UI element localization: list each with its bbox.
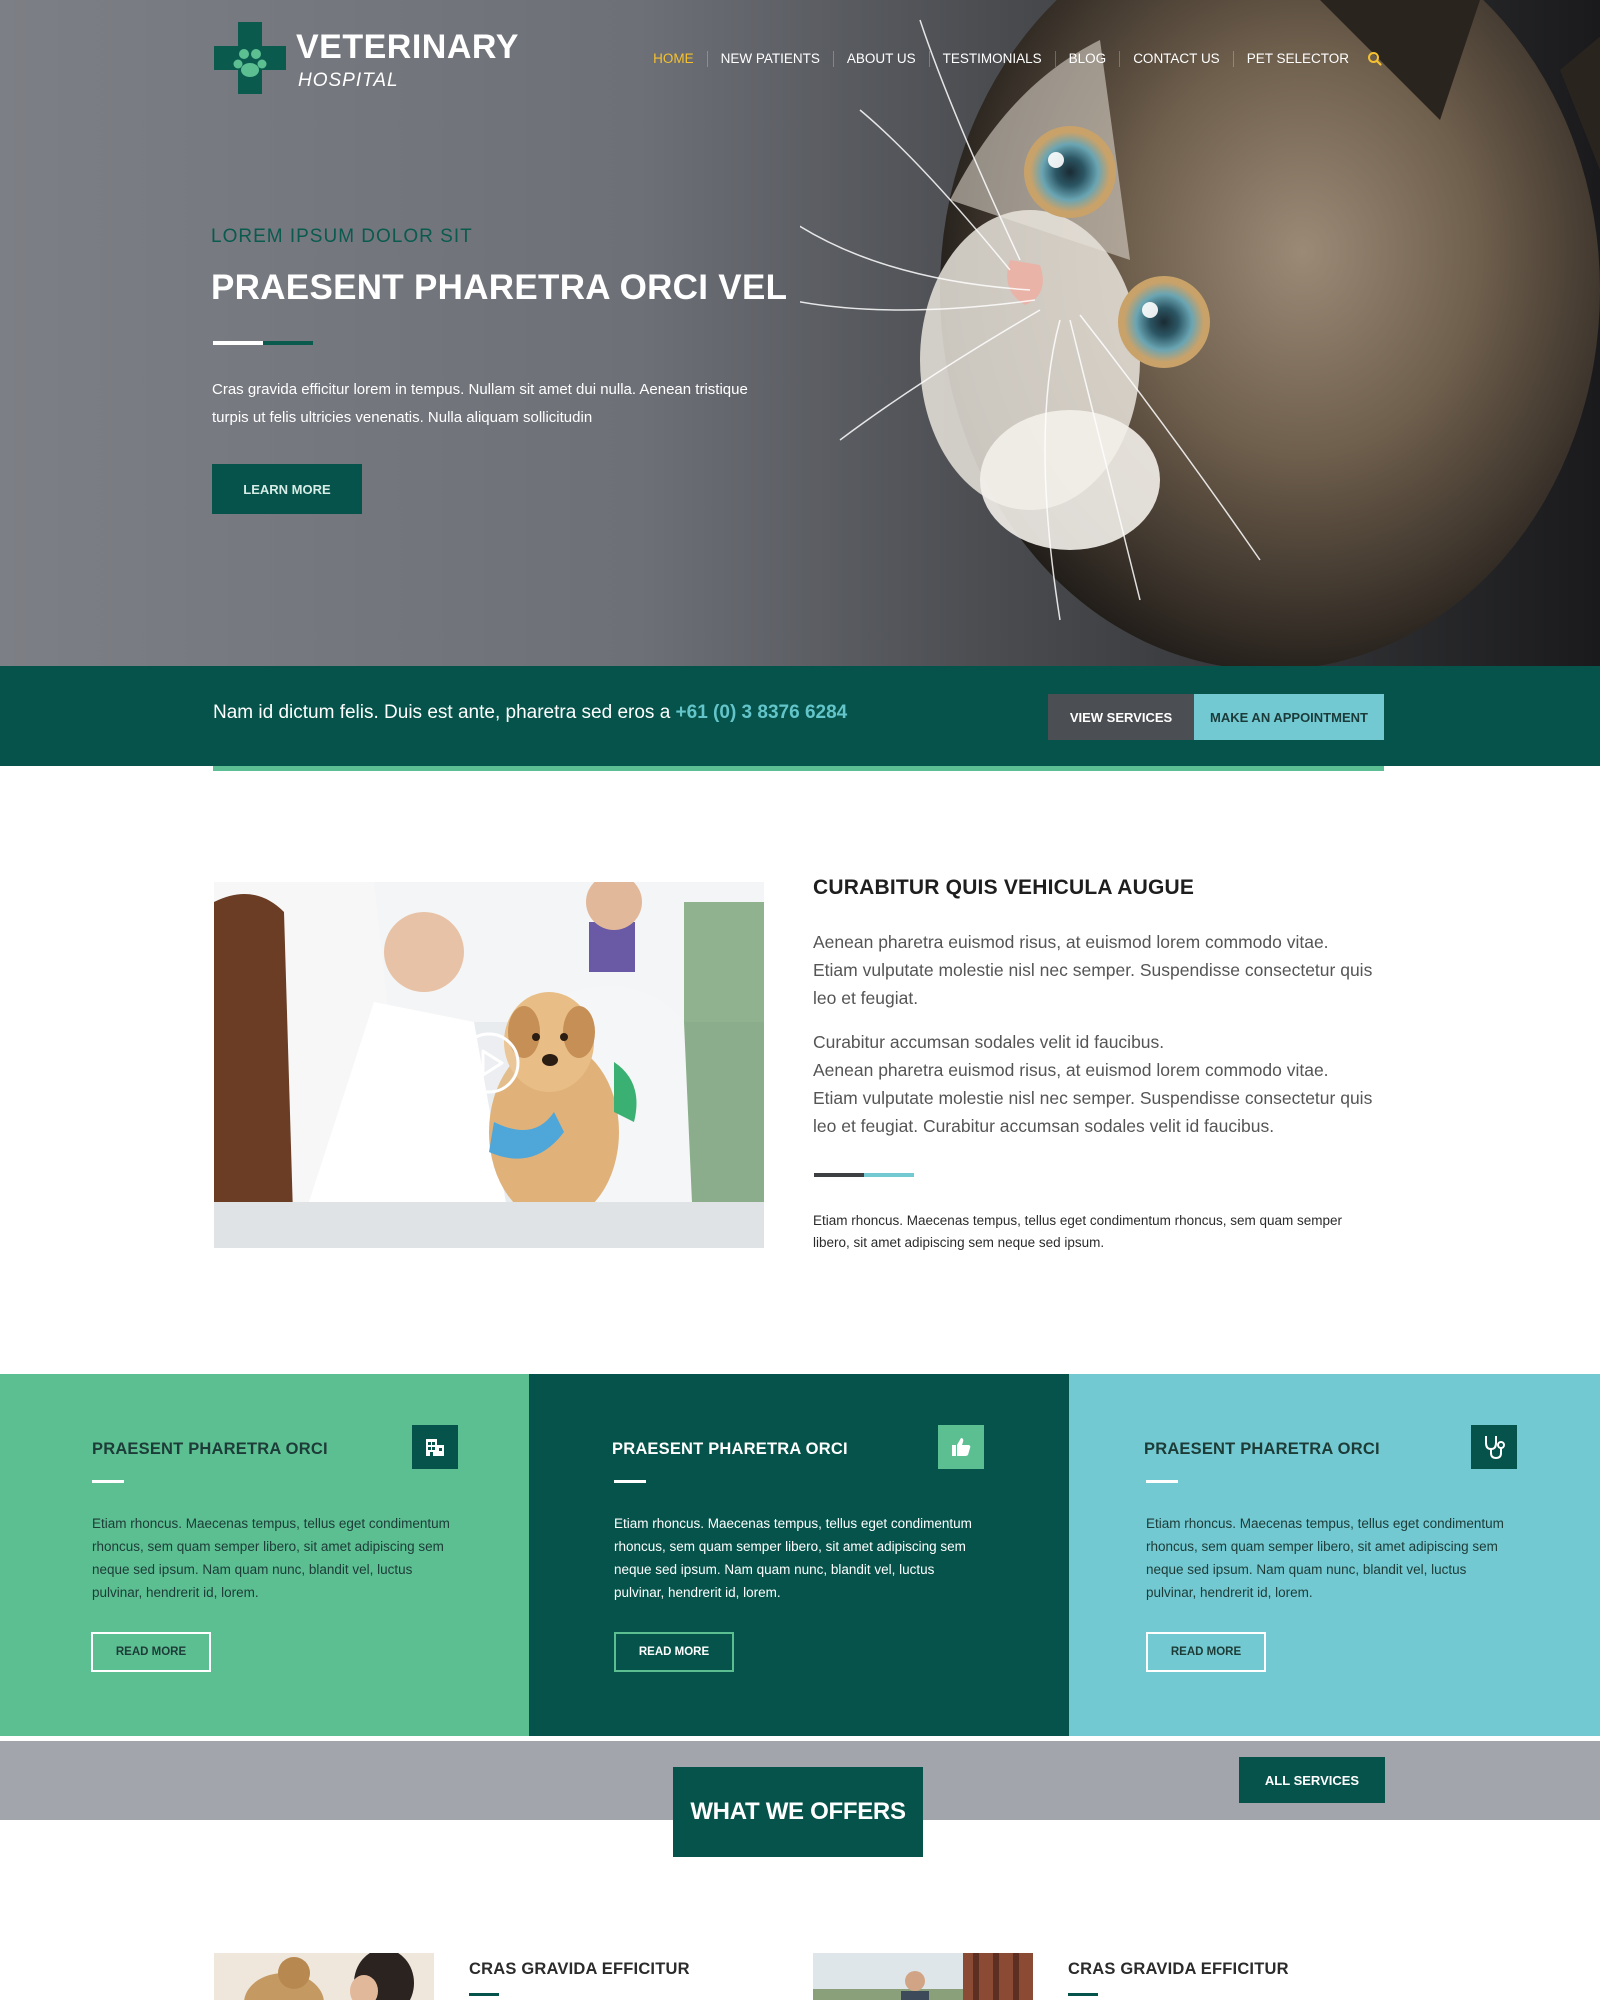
card-title: PRAESENT PHARETRA ORCI — [92, 1440, 328, 1458]
stethoscope-icon — [1471, 1425, 1517, 1469]
medical-cross-paw-icon — [214, 22, 286, 94]
offer-thumbnail[interactable] — [214, 1953, 434, 2000]
callbar-message: Nam id dictum felis. Duis est ante, phar… — [213, 702, 671, 723]
all-services-button[interactable]: ALL SERVICES — [1239, 1757, 1385, 1803]
hero-kicker: LOREM IPSUM DOLOR SIT — [211, 226, 473, 247]
hero-text: Cras gravida efficitur lorem in tempus. … — [212, 381, 748, 426]
hero-section: VETERINARY HOSPITAL HOME NEW PATIENTS AB… — [0, 0, 1600, 666]
logo-title: VETERINARY — [296, 28, 519, 66]
offer-title[interactable]: CRAS GRAVIDA EFFICITUR — [469, 1960, 690, 1979]
hero-title: PRAESENT PHARETRA ORCI VEL — [211, 268, 788, 307]
search-icon[interactable] — [1366, 50, 1384, 68]
about-paragraph-1: Aenean pharetra euismod risus, at euismo… — [813, 932, 1373, 1008]
about-small-text: Etiam rhoncus. Maecenas tempus, tellus e… — [813, 1213, 1342, 1250]
card-title: PRAESENT PHARETRA ORCI — [1144, 1440, 1380, 1458]
nav-blog[interactable]: BLOG — [1054, 51, 1120, 67]
hospital-building-icon — [412, 1425, 458, 1469]
callbar-text: Nam id dictum felis. Duis est ante, phar… — [213, 702, 847, 724]
vet-outdoor-photo — [813, 1953, 1033, 2000]
feature-cards: PRAESENT PHARETRA ORCI Etiam rhoncus. Ma… — [0, 1374, 1600, 1736]
about-title: CURABITUR QUIS VEHICULA AUGUE — [813, 876, 1195, 899]
callbar-accent-line — [213, 766, 1384, 771]
read-more-button[interactable]: READ MORE — [1146, 1632, 1266, 1672]
card-text: Etiam rhoncus. Maecenas tempus, tellus e… — [614, 1516, 972, 1600]
site-logo[interactable]: VETERINARY HOSPITAL — [214, 22, 534, 96]
card-divider — [614, 1480, 646, 1483]
offer-title[interactable]: CRAS GRAVIDA EFFICITUR — [1068, 1960, 1289, 1979]
make-appointment-button[interactable]: MAKE AN APPOINTMENT — [1194, 694, 1384, 740]
read-more-button[interactable]: READ MORE — [91, 1632, 211, 1672]
learn-more-button[interactable]: LEARN MORE — [212, 464, 362, 514]
callbar-phone[interactable]: +61 (0) 3 8376 6284 — [676, 702, 848, 723]
offer-divider — [469, 1993, 499, 1996]
card-title: PRAESENT PHARETRA ORCI — [612, 1440, 848, 1458]
nav-home[interactable]: HOME — [640, 51, 707, 67]
play-icon[interactable] — [457, 1031, 521, 1095]
kitten-photo — [800, 0, 1600, 666]
nav-new-patients[interactable]: NEW PATIENTS — [706, 51, 833, 67]
dog-and-owner-photo — [214, 1953, 434, 2000]
vet-video-thumbnail[interactable] — [214, 882, 764, 1248]
feature-card: PRAESENT PHARETRA ORCI Etiam rhoncus. Ma… — [529, 1374, 1069, 1736]
card-text: Etiam rhoncus. Maecenas tempus, tellus e… — [92, 1516, 450, 1600]
call-bar: Nam id dictum felis. Duis est ante, phar… — [0, 666, 1600, 766]
card-text: Etiam rhoncus. Maecenas tempus, tellus e… — [1146, 1516, 1504, 1600]
about-divider — [814, 1173, 914, 1177]
hero-divider — [213, 341, 313, 345]
about-paragraph-2: Curabitur accumsan sodales velit id fauc… — [813, 1028, 1373, 1140]
offer-divider — [1068, 1993, 1098, 1996]
logo-subtitle: HOSPITAL — [298, 70, 399, 91]
main-nav: HOME NEW PATIENTS ABOUT US TESTIMONIALS … — [640, 50, 1384, 68]
about-paragraph-2-line1: Curabitur accumsan sodales velit id fauc… — [813, 1032, 1165, 1052]
nav-testimonials[interactable]: TESTIMONIALS — [928, 51, 1055, 67]
nav-pet-selector[interactable]: PET SELECTOR — [1232, 51, 1362, 67]
card-divider — [92, 1480, 124, 1483]
feature-card: PRAESENT PHARETRA ORCI Etiam rhoncus. Ma… — [1069, 1374, 1600, 1736]
card-divider — [1146, 1480, 1178, 1483]
about-paragraph-2-rest: Aenean pharetra euismod risus, at euismo… — [813, 1060, 1373, 1136]
nav-about-us[interactable]: ABOUT US — [832, 51, 929, 67]
feature-card: PRAESENT PHARETRA ORCI Etiam rhoncus. Ma… — [0, 1374, 529, 1736]
nav-contact-us[interactable]: CONTACT US — [1119, 51, 1233, 67]
thumbs-up-icon — [938, 1425, 984, 1469]
view-services-button[interactable]: VIEW SERVICES — [1048, 694, 1194, 740]
read-more-button[interactable]: READ MORE — [614, 1632, 734, 1672]
offer-thumbnail[interactable] — [813, 1953, 1033, 2000]
offers-heading: WHAT WE OFFERS — [673, 1767, 923, 1857]
